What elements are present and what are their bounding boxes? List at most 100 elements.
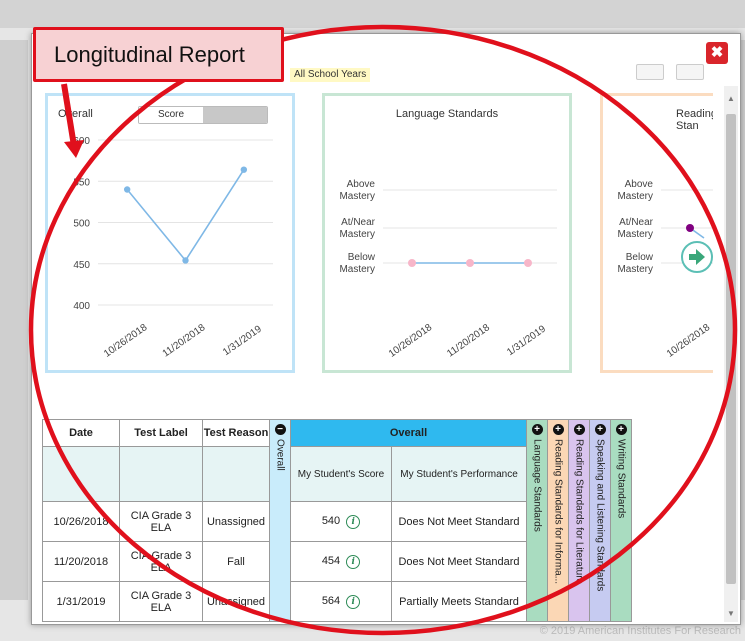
expand-icon[interactable]: + xyxy=(552,424,564,435)
footer-copyright: © 2019 American Institutes For Research xyxy=(539,625,741,637)
row-test-reason: Unassigned xyxy=(202,581,270,622)
reading-chart-panel: Reading Stan Above Mastery At/Near Mastery B… xyxy=(600,93,713,373)
row-score: 454 xyxy=(321,554,341,567)
row-test-reason: Fall xyxy=(202,541,270,582)
row-score-cell: 540 i xyxy=(290,501,392,542)
scroll-thumb[interactable] xyxy=(726,114,736,584)
y-category-label: At/Near xyxy=(341,217,376,228)
y-category-label: Mastery xyxy=(339,229,375,240)
row-score: 564 xyxy=(321,594,341,607)
data-point xyxy=(686,224,694,232)
row-date: 11/20/2018 xyxy=(42,541,120,582)
reading-line-chart: AboveMasteryAt/NearMasteryBelowMastery10… xyxy=(617,179,713,360)
claim-column-reading-informational[interactable]: + Reading Standards for Informa... xyxy=(547,419,569,622)
x-tick-label: 10/26/2018 xyxy=(387,322,435,360)
y-tick-label: 400 xyxy=(73,301,90,312)
row-test-label: CIA Grade 3 ELA xyxy=(119,581,203,622)
scroll-down-icon[interactable]: ▼ xyxy=(727,609,735,618)
row-performance: Does Not Meet Standard xyxy=(391,501,527,542)
row-performance: Does Not Meet Standard xyxy=(391,541,527,582)
y-tick-label: 450 xyxy=(73,260,90,271)
callout-label: Longitudinal Report xyxy=(33,27,284,82)
expand-icon[interactable]: + xyxy=(615,424,627,435)
y-category-label: Mastery xyxy=(339,264,375,275)
row-performance: Partially Meets Standard xyxy=(391,581,527,622)
row-score-cell: 564 i xyxy=(290,581,392,622)
claim-label: Speaking and Listening Standards xyxy=(594,439,606,592)
y-category-label: Below xyxy=(348,252,376,263)
results-table-wrapper: Date Test Label Test Reason − Overall Ov… xyxy=(42,419,632,622)
y-category-label: Mastery xyxy=(617,264,653,275)
x-tick-label: 11/20/2018 xyxy=(445,322,492,360)
y-category-label: Above xyxy=(625,179,654,190)
expand-icon[interactable]: + xyxy=(573,424,585,435)
data-point xyxy=(123,186,131,193)
y-category-label: At/Near xyxy=(619,217,654,228)
school-years-filter[interactable]: All School Years xyxy=(290,68,371,82)
row-test-reason: Unassigned xyxy=(202,501,270,542)
data-point xyxy=(408,259,416,267)
test-reason-header[interactable]: Test Reason xyxy=(202,419,270,447)
overall-vertical-label: Overall xyxy=(274,439,286,471)
expand-icon[interactable]: + xyxy=(594,424,606,435)
info-icon[interactable]: i xyxy=(346,594,361,609)
claim-label: Language Standards xyxy=(531,439,543,532)
header-button-1[interactable] xyxy=(636,64,664,80)
x-tick-label: 11/20/2018 xyxy=(161,322,208,360)
claim-column-writing[interactable]: + Writing Standards xyxy=(610,419,632,622)
claim-column-reading-literature[interactable]: + Reading Standards for Literature xyxy=(568,419,590,622)
y-category-label: Above xyxy=(347,179,376,190)
overall-group-header: Overall xyxy=(290,419,527,447)
x-tick-label: 1/31/2019 xyxy=(505,323,548,358)
date-subheader xyxy=(42,446,120,502)
background-topbar xyxy=(0,0,745,28)
close-button[interactable]: ✖ xyxy=(706,42,728,64)
date-header[interactable]: Date xyxy=(42,419,120,447)
y-tick-label: 550 xyxy=(73,177,90,188)
claim-column-language[interactable]: + Language Standards xyxy=(526,419,548,622)
longitudinal-report-modal: All School Years ✖ Overall Score 400 450 5… xyxy=(31,33,741,625)
y-category-label: Mastery xyxy=(339,191,375,202)
language-chart-panel: Language Standards Above Mastery At/Near Ma… xyxy=(322,93,572,373)
reason-subheader xyxy=(202,446,270,502)
header-button-2[interactable] xyxy=(676,64,704,80)
arrow-right-icon xyxy=(689,249,705,265)
row-score: 540 xyxy=(321,514,341,527)
y-tick-label: 600 xyxy=(73,136,90,147)
claim-label: Reading Standards for Informa... xyxy=(552,439,564,585)
data-point xyxy=(466,259,474,267)
expand-icon[interactable]: + xyxy=(531,424,543,435)
label-subheader xyxy=(119,446,203,502)
next-chart-button[interactable] xyxy=(681,241,713,273)
row-date: 10/26/2018 xyxy=(42,501,120,542)
overall-collapse-column[interactable]: − Overall xyxy=(269,419,291,622)
y-category-label: Mastery xyxy=(617,191,653,202)
overall-chart-panel: Overall Score 400 450 500 550 600 10/26/2018 1… xyxy=(45,93,295,373)
claim-label: Reading Standards for Literature xyxy=(573,439,585,585)
performance-header[interactable]: My Student's Performance xyxy=(391,446,527,502)
info-icon[interactable]: i xyxy=(346,514,361,529)
claim-column-speaking-listening[interactable]: + Speaking and Listening Standards xyxy=(589,419,611,622)
data-point xyxy=(524,259,532,267)
results-table: Date Test Label Test Reason − Overall Ov… xyxy=(42,419,632,622)
test-label-header[interactable]: Test Label xyxy=(119,419,203,447)
overall-line-chart: 400 450 500 550 600 10/26/2018 11/20/2018 1/31/… xyxy=(73,136,273,360)
modal-scrollbar[interactable]: ▲ ▼ xyxy=(724,86,738,622)
row-test-label: CIA Grade 3 ELA xyxy=(119,541,203,582)
collapse-icon[interactable]: − xyxy=(274,424,286,435)
y-category-label: Below xyxy=(626,252,654,263)
y-tick-label: 500 xyxy=(73,219,90,230)
row-date: 1/31/2019 xyxy=(42,581,120,622)
x-tick-label: 10/26/2018 xyxy=(102,322,150,360)
claim-label: Writing Standards xyxy=(615,439,627,519)
score-header[interactable]: My Student's Score xyxy=(290,446,392,502)
scroll-up-icon[interactable]: ▲ xyxy=(727,94,735,103)
y-category-label: Mastery xyxy=(617,229,653,240)
x-tick-label: 10/26/2018 xyxy=(665,322,713,360)
info-icon[interactable]: i xyxy=(346,554,361,569)
series-line xyxy=(126,169,245,262)
background-left-panel xyxy=(0,40,28,600)
data-point xyxy=(240,166,248,173)
language-line-chart: AboveMasteryAt/NearMasteryBelowMastery10… xyxy=(339,179,557,360)
x-tick-label: 1/31/2019 xyxy=(221,323,264,358)
